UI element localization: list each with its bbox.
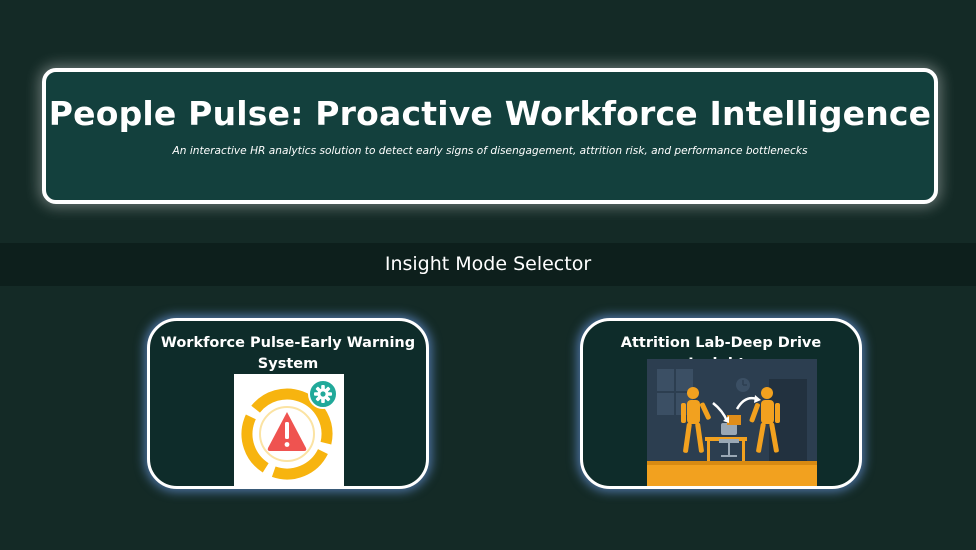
early-warning-icon (234, 374, 344, 486)
insight-mode-selector-label: Insight Mode Selector (0, 243, 976, 286)
header-card: People Pulse: Proactive Workforce Intell… (42, 68, 938, 204)
mode-card-workforce-pulse[interactable]: Workforce Pulse-Early Warning System (147, 318, 429, 489)
mode-card-attrition-lab[interactable]: Attrition Lab-Deep Drive Insights (580, 318, 862, 489)
mode-card-title: Workforce Pulse-Early Warning System (160, 335, 416, 372)
page-subtitle: An interactive HR analytics solution to … (172, 145, 808, 157)
app-page: People Pulse: Proactive Workforce Intell… (0, 0, 976, 550)
page-title: People Pulse: Proactive Workforce Intell… (48, 94, 932, 133)
attrition-illustration (647, 359, 817, 486)
